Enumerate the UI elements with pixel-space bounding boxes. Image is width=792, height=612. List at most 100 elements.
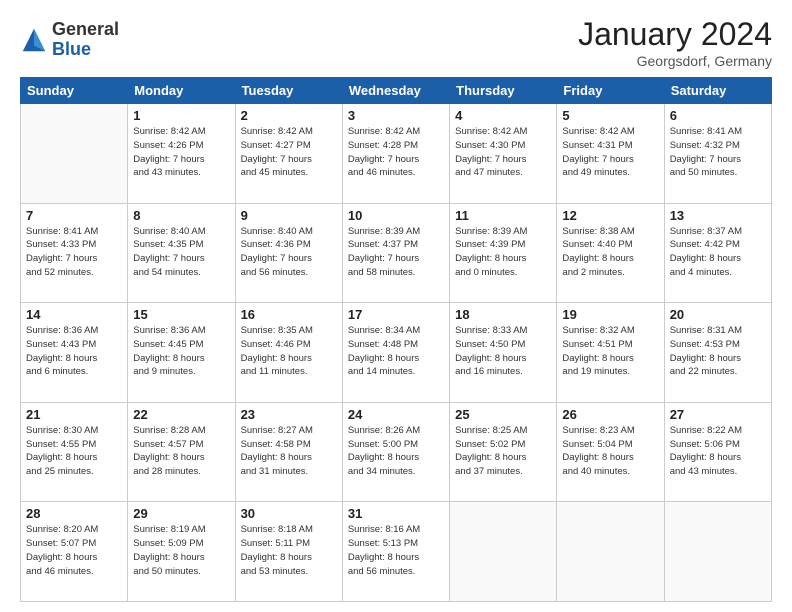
day-info: Sunrise: 8:42 AM Sunset: 4:28 PM Dayligh…	[348, 125, 444, 180]
day-number: 14	[26, 307, 122, 322]
calendar-day-cell: 31 Sunrise: 8:16 AM Sunset: 5:13 PM Dayli…	[342, 502, 449, 602]
day-number: 15	[133, 307, 229, 322]
day-number: 11	[455, 208, 551, 223]
calendar-day-cell: 5 Sunrise: 8:42 AM Sunset: 4:31 PM Daylig…	[557, 104, 664, 204]
day-info: Sunrise: 8:18 AM Sunset: 5:11 PM Dayligh…	[241, 523, 337, 578]
day-number: 17	[348, 307, 444, 322]
day-info: Sunrise: 8:36 AM Sunset: 4:43 PM Dayligh…	[26, 324, 122, 379]
day-number: 31	[348, 506, 444, 521]
day-number: 9	[241, 208, 337, 223]
calendar-day-cell: 30 Sunrise: 8:18 AM Sunset: 5:11 PM Dayli…	[235, 502, 342, 602]
day-info: Sunrise: 8:28 AM Sunset: 4:57 PM Dayligh…	[133, 424, 229, 479]
weekday-header: Wednesday	[342, 78, 449, 104]
day-info: Sunrise: 8:22 AM Sunset: 5:06 PM Dayligh…	[670, 424, 766, 479]
calendar-week-row: 28 Sunrise: 8:20 AM Sunset: 5:07 PM Dayli…	[21, 502, 772, 602]
title-section: January 2024 Georgsdorf, Germany	[578, 16, 772, 69]
location: Georgsdorf, Germany	[578, 53, 772, 69]
day-info: Sunrise: 8:27 AM Sunset: 4:58 PM Dayligh…	[241, 424, 337, 479]
calendar-day-cell: 13Sunrise: 8:37 AM Sunset: 4:42 PM Dayli…	[664, 203, 771, 303]
day-number: 23	[241, 407, 337, 422]
page: General Blue January 2024 Georgsdorf, Ge…	[0, 0, 792, 612]
calendar-day-cell: 1 Sunrise: 8:42 AM Sunset: 4:26 PM Daylig…	[128, 104, 235, 204]
calendar-day-cell	[664, 502, 771, 602]
calendar-day-cell: 11Sunrise: 8:39 AM Sunset: 4:39 PM Dayli…	[450, 203, 557, 303]
calendar-day-cell: 6Sunrise: 8:41 AM Sunset: 4:32 PM Daylig…	[664, 104, 771, 204]
logo-blue-text: Blue	[52, 40, 119, 60]
day-number: 12	[562, 208, 658, 223]
calendar-day-cell: 24Sunrise: 8:26 AM Sunset: 5:00 PM Dayli…	[342, 402, 449, 502]
calendar-day-cell: 29 Sunrise: 8:19 AM Sunset: 5:09 PM Dayli…	[128, 502, 235, 602]
day-number: 27	[670, 407, 766, 422]
calendar-day-cell	[21, 104, 128, 204]
day-info: Sunrise: 8:42 AM Sunset: 4:26 PM Dayligh…	[133, 125, 229, 180]
calendar-day-cell: 16 Sunrise: 8:35 AM Sunset: 4:46 PM Dayli…	[235, 303, 342, 403]
calendar-day-cell	[557, 502, 664, 602]
day-number: 1	[133, 108, 229, 123]
day-number: 29	[133, 506, 229, 521]
day-info: Sunrise: 8:23 AM Sunset: 5:04 PM Dayligh…	[562, 424, 658, 479]
day-info: Sunrise: 8:16 AM Sunset: 5:13 PM Dayligh…	[348, 523, 444, 578]
day-info: Sunrise: 8:42 AM Sunset: 4:27 PM Dayligh…	[241, 125, 337, 180]
month-title: January 2024	[578, 16, 772, 53]
calendar-day-cell: 27 Sunrise: 8:22 AM Sunset: 5:06 PM Dayli…	[664, 402, 771, 502]
day-info: Sunrise: 8:33 AM Sunset: 4:50 PM Dayligh…	[455, 324, 551, 379]
calendar-day-cell: 10 Sunrise: 8:39 AM Sunset: 4:37 PM Dayli…	[342, 203, 449, 303]
day-number: 30	[241, 506, 337, 521]
day-info: Sunrise: 8:35 AM Sunset: 4:46 PM Dayligh…	[241, 324, 337, 379]
calendar-day-cell: 21 Sunrise: 8:30 AM Sunset: 4:55 PM Dayli…	[21, 402, 128, 502]
day-number: 21	[26, 407, 122, 422]
weekday-header: Sunday	[21, 78, 128, 104]
calendar-day-cell: 18Sunrise: 8:33 AM Sunset: 4:50 PM Dayli…	[450, 303, 557, 403]
day-number: 16	[241, 307, 337, 322]
calendar-day-cell: 14 Sunrise: 8:36 AM Sunset: 4:43 PM Dayli…	[21, 303, 128, 403]
day-number: 24	[348, 407, 444, 422]
day-info: Sunrise: 8:37 AM Sunset: 4:42 PM Dayligh…	[670, 225, 766, 280]
calendar-day-cell: 19 Sunrise: 8:32 AM Sunset: 4:51 PM Dayli…	[557, 303, 664, 403]
day-number: 8	[133, 208, 229, 223]
calendar-week-row: 1 Sunrise: 8:42 AM Sunset: 4:26 PM Daylig…	[21, 104, 772, 204]
weekday-header: Monday	[128, 78, 235, 104]
logo-text: General Blue	[52, 20, 119, 60]
weekday-header: Tuesday	[235, 78, 342, 104]
weekday-header: Friday	[557, 78, 664, 104]
day-number: 26	[562, 407, 658, 422]
calendar-day-cell: 15 Sunrise: 8:36 AM Sunset: 4:45 PM Dayli…	[128, 303, 235, 403]
day-number: 25	[455, 407, 551, 422]
day-number: 20	[670, 307, 766, 322]
logo: General Blue	[20, 20, 119, 60]
calendar-day-cell: 9 Sunrise: 8:40 AM Sunset: 4:36 PM Daylig…	[235, 203, 342, 303]
logo-icon	[20, 26, 48, 54]
day-number: 10	[348, 208, 444, 223]
day-number: 5	[562, 108, 658, 123]
day-number: 2	[241, 108, 337, 123]
calendar-week-row: 7 Sunrise: 8:41 AM Sunset: 4:33 PM Daylig…	[21, 203, 772, 303]
day-info: Sunrise: 8:20 AM Sunset: 5:07 PM Dayligh…	[26, 523, 122, 578]
calendar-week-row: 21 Sunrise: 8:30 AM Sunset: 4:55 PM Dayli…	[21, 402, 772, 502]
day-info: Sunrise: 8:42 AM Sunset: 4:31 PM Dayligh…	[562, 125, 658, 180]
day-info: Sunrise: 8:41 AM Sunset: 4:33 PM Dayligh…	[26, 225, 122, 280]
day-number: 22	[133, 407, 229, 422]
calendar-day-cell: 28 Sunrise: 8:20 AM Sunset: 5:07 PM Dayli…	[21, 502, 128, 602]
calendar-day-cell: 20Sunrise: 8:31 AM Sunset: 4:53 PM Dayli…	[664, 303, 771, 403]
day-number: 6	[670, 108, 766, 123]
calendar-day-cell	[450, 502, 557, 602]
day-info: Sunrise: 8:38 AM Sunset: 4:40 PM Dayligh…	[562, 225, 658, 280]
day-info: Sunrise: 8:30 AM Sunset: 4:55 PM Dayligh…	[26, 424, 122, 479]
calendar-day-cell: 7 Sunrise: 8:41 AM Sunset: 4:33 PM Daylig…	[21, 203, 128, 303]
day-number: 28	[26, 506, 122, 521]
day-info: Sunrise: 8:36 AM Sunset: 4:45 PM Dayligh…	[133, 324, 229, 379]
calendar-day-cell: 4Sunrise: 8:42 AM Sunset: 4:30 PM Daylig…	[450, 104, 557, 204]
calendar-day-cell: 8Sunrise: 8:40 AM Sunset: 4:35 PM Daylig…	[128, 203, 235, 303]
day-info: Sunrise: 8:40 AM Sunset: 4:36 PM Dayligh…	[241, 225, 337, 280]
day-number: 7	[26, 208, 122, 223]
calendar-day-cell: 25Sunrise: 8:25 AM Sunset: 5:02 PM Dayli…	[450, 402, 557, 502]
weekday-header: Thursday	[450, 78, 557, 104]
logo-general-text: General	[52, 20, 119, 40]
day-info: Sunrise: 8:32 AM Sunset: 4:51 PM Dayligh…	[562, 324, 658, 379]
calendar-day-cell: 2 Sunrise: 8:42 AM Sunset: 4:27 PM Daylig…	[235, 104, 342, 204]
day-info: Sunrise: 8:19 AM Sunset: 5:09 PM Dayligh…	[133, 523, 229, 578]
day-number: 3	[348, 108, 444, 123]
day-number: 19	[562, 307, 658, 322]
day-info: Sunrise: 8:39 AM Sunset: 4:37 PM Dayligh…	[348, 225, 444, 280]
calendar-header-row: SundayMondayTuesdayWednesdayThursdayFrid…	[21, 78, 772, 104]
